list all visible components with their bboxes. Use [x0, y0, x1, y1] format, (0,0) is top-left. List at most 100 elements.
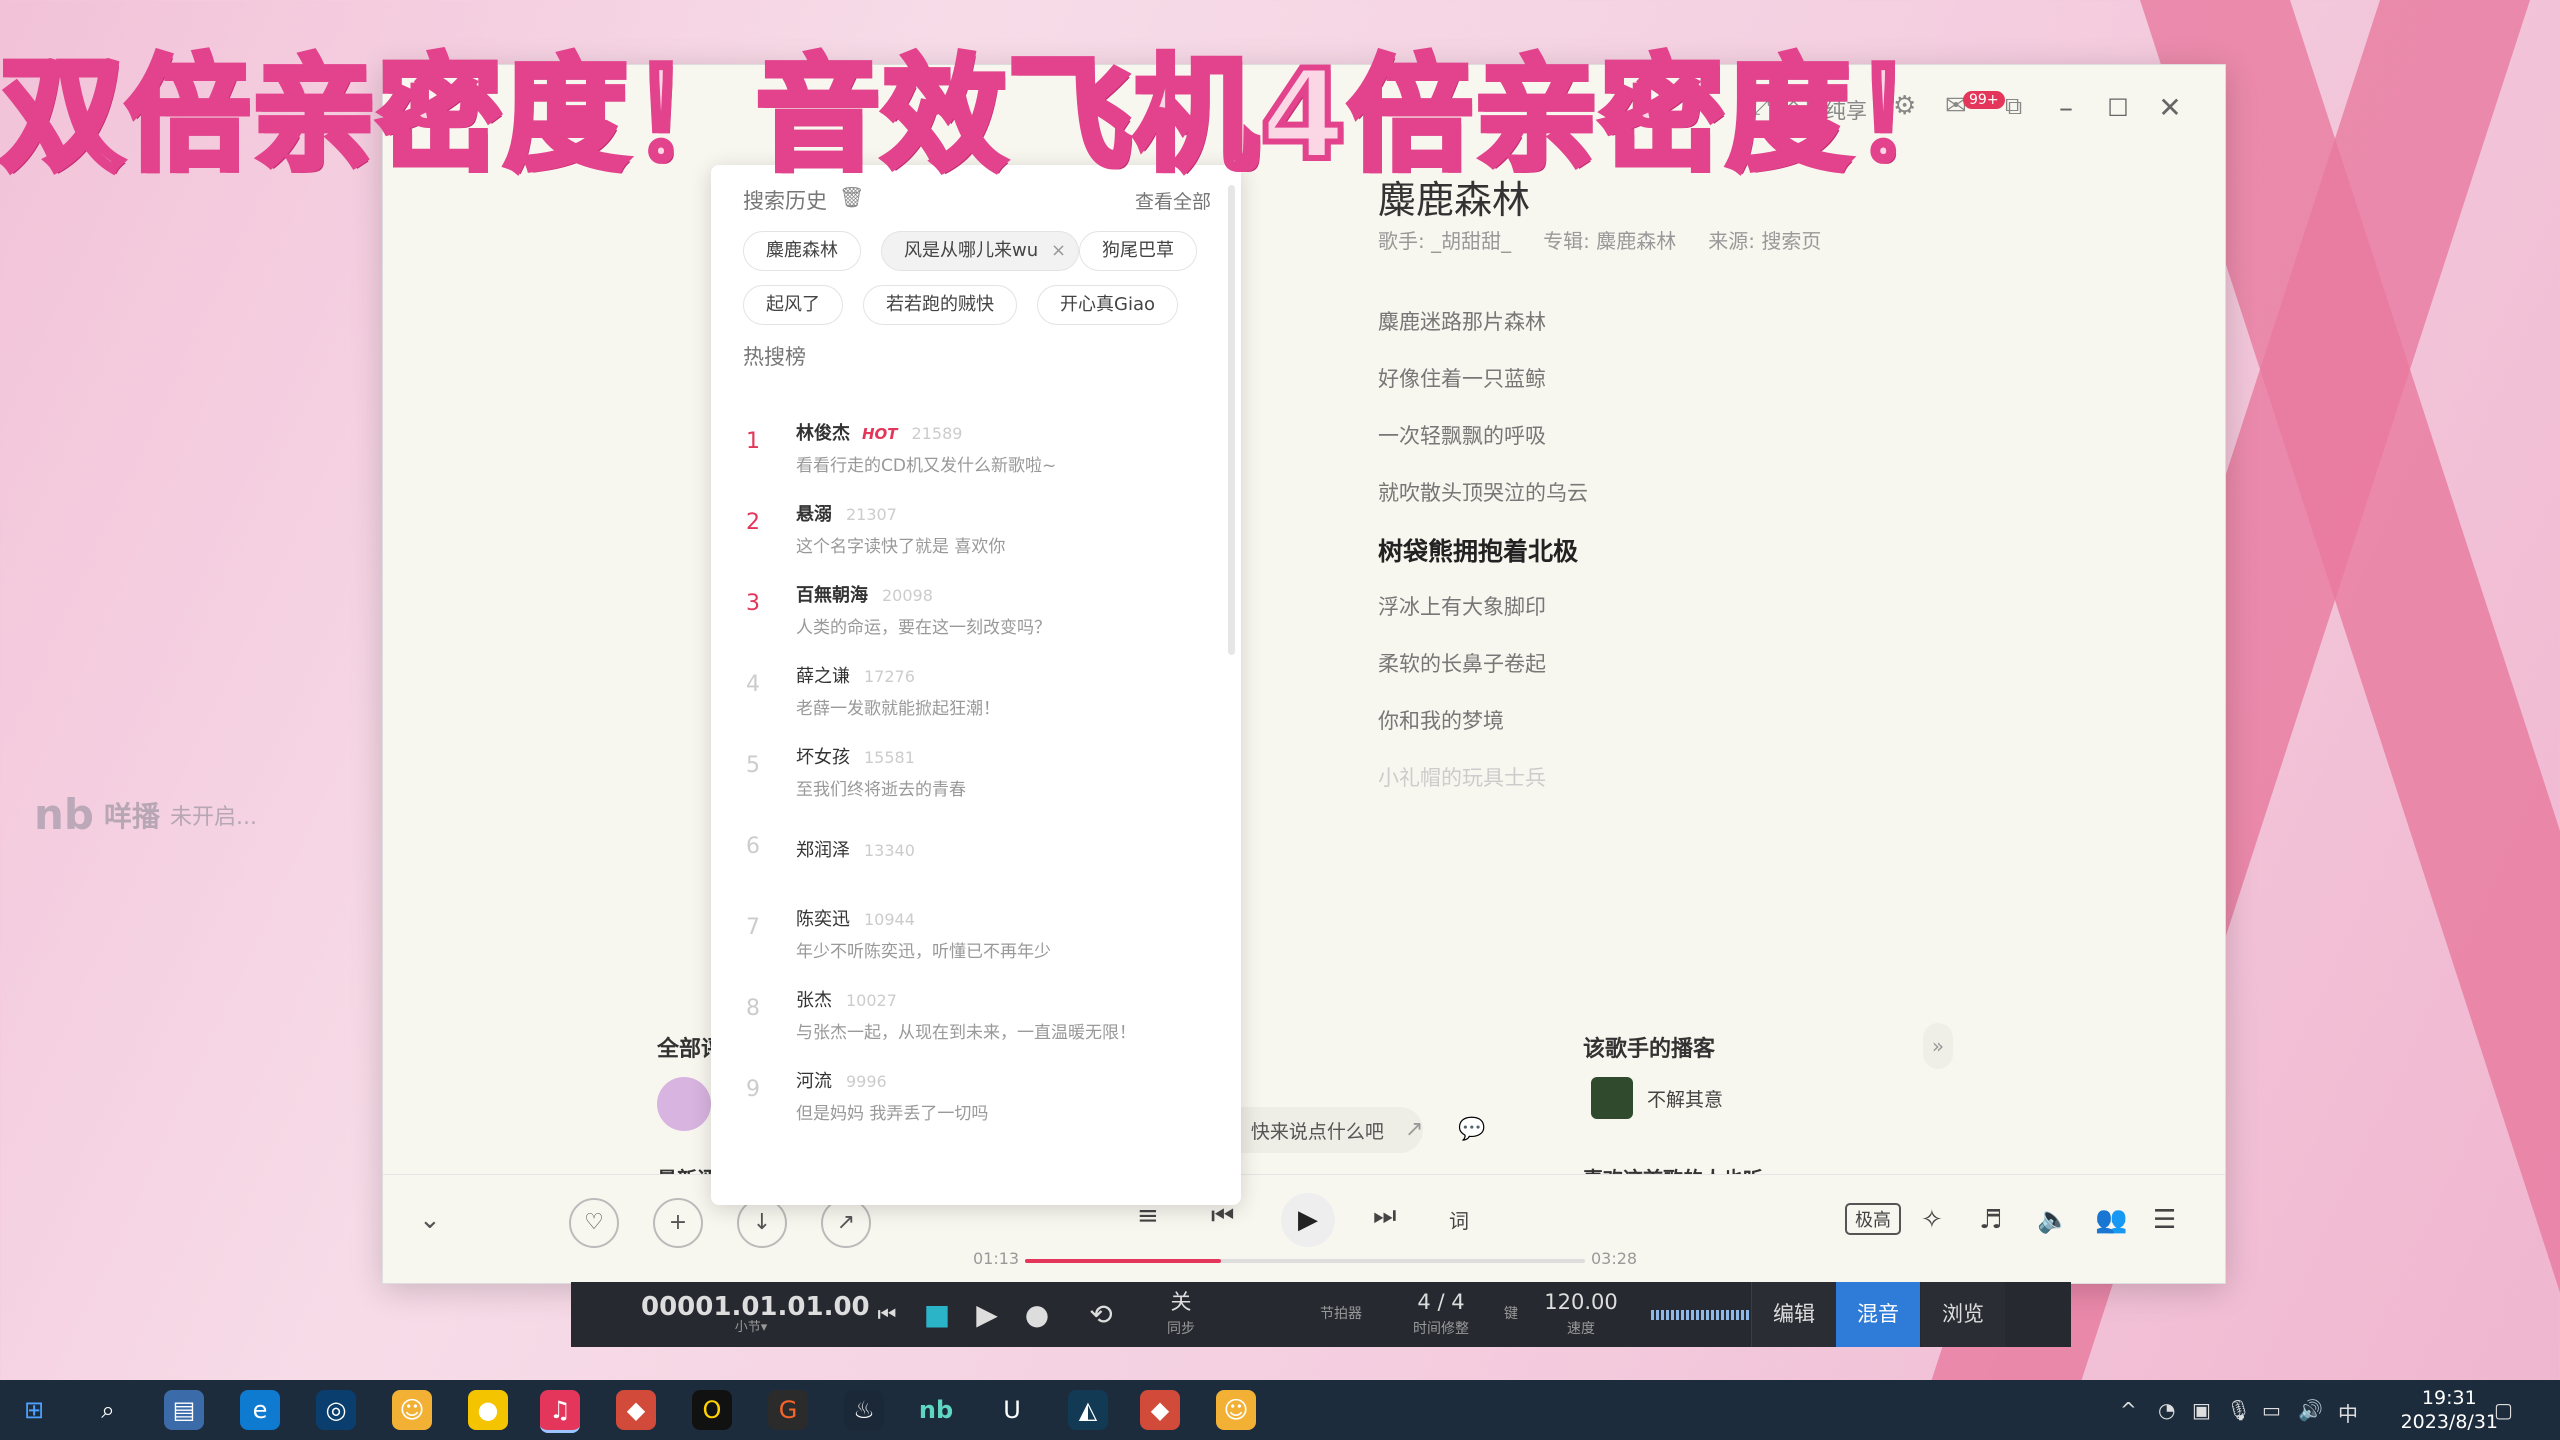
- key-label[interactable]: 键: [1491, 1282, 1531, 1367]
- sync-control[interactable]: 关同步: [1151, 1282, 1211, 1355]
- tab-mix[interactable]: 混音: [1836, 1282, 1920, 1347]
- user-avatar[interactable]: [657, 1077, 711, 1131]
- song-source[interactable]: 来源: 搜索页: [1708, 225, 1821, 254]
- friends-icon[interactable]: 👥: [2095, 1205, 2127, 1235]
- signature-value: 4 / 4: [1417, 1290, 1465, 1314]
- song-album[interactable]: 专辑: 麋鹿森林: [1543, 225, 1676, 254]
- volume-icon[interactable]: 🔈: [2037, 1205, 2069, 1235]
- notification-icon[interactable]: ▢: [2494, 1398, 2513, 1422]
- app-icon[interactable]: G: [768, 1390, 808, 1430]
- tab-browse[interactable]: 浏览: [1921, 1282, 2005, 1347]
- app-icon[interactable]: ●: [468, 1390, 508, 1430]
- windows-start-icon[interactable]: ⊞: [14, 1390, 54, 1430]
- like-icon[interactable]: ♡: [569, 1198, 619, 1248]
- expand-side-icon[interactable]: »: [1923, 1023, 1953, 1069]
- unreal-icon[interactable]: U: [992, 1390, 1032, 1430]
- ime-indicator[interactable]: 中: [2338, 1398, 2358, 1427]
- history-chip[interactable]: 起风了: [743, 285, 843, 325]
- sound-effect-icon[interactable]: ✧: [1921, 1205, 1943, 1235]
- meter-bars: [1651, 1310, 1751, 1320]
- minimize-button[interactable]: –: [2051, 93, 2081, 123]
- daw-play-icon[interactable]: ▶: [967, 1282, 1007, 1347]
- app-icon[interactable]: ☺: [1216, 1390, 1256, 1430]
- play-order-icon[interactable]: ≡: [1137, 1201, 1159, 1231]
- app-icon[interactable]: ☺: [392, 1390, 432, 1430]
- dropdown-scrollbar[interactable]: [1228, 185, 1235, 655]
- previous-icon[interactable]: ⏮: [1211, 1201, 1234, 1232]
- hot-search-item[interactable]: 6 郑润泽 13340: [711, 816, 1241, 896]
- hot-search-item[interactable]: 7 陈奕迅 10944 年少不听陈奕迅，听懂已不再年少: [711, 897, 1241, 977]
- hot-name-text: 百無朝海: [796, 585, 868, 606]
- tempo-value: 120.00: [1544, 1290, 1618, 1314]
- streaming-app-icon[interactable]: nb: [916, 1390, 956, 1430]
- play-button[interactable]: ▶: [1281, 1193, 1335, 1247]
- tray-app-icon[interactable]: ▣: [2192, 1398, 2211, 1422]
- tray-expand-icon[interactable]: ^: [2120, 1398, 2137, 1422]
- download-icon[interactable]: ↓: [737, 1198, 787, 1248]
- player-bar: ⌄ ♡ + ↓ ↗ ≡ ⏮ ▶ ⏭ 词 01:13 03:28 极高 ✧ ♬ 🔈…: [383, 1174, 2225, 1283]
- microphone-icon[interactable]: 🎙: [2226, 1398, 2251, 1422]
- hot-name: 坏女孩 15581: [796, 743, 915, 769]
- metronome-label[interactable]: 节拍器: [1301, 1282, 1381, 1367]
- hot-search-title: 热搜榜: [743, 345, 806, 369]
- podcast-item[interactable]: 不解其意: [1591, 1077, 1723, 1119]
- steam-icon[interactable]: ♨: [844, 1390, 884, 1430]
- history-chip[interactable]: 麋鹿森林: [743, 231, 861, 271]
- stop-icon[interactable]: ■: [917, 1282, 957, 1347]
- hot-search-item[interactable]: 2 悬溺 21307 这个名字读快了就是 喜欢你: [711, 492, 1241, 572]
- history-chip[interactable]: 若若跑的贼快: [863, 285, 1017, 325]
- hot-rank: 5: [746, 753, 760, 778]
- hot-desc: 老薛一发歌就能掀起狂潮！: [796, 699, 1000, 719]
- app-icon[interactable]: ◆: [1140, 1390, 1180, 1430]
- maximize-button[interactable]: ☐: [2103, 93, 2133, 123]
- hot-search-item[interactable]: 8 张杰 10027 与张杰一起，从现在到未来，一直温暖无限！: [711, 978, 1241, 1058]
- network-icon[interactable]: ▭: [2262, 1398, 2281, 1422]
- streamer-status: nb 咩播 未开启...: [34, 790, 257, 839]
- song-singer[interactable]: 歌手: _胡甜甜_: [1378, 225, 1511, 254]
- hot-search-item[interactable]: 5 坏女孩 15581 至我们终将逝去的青春: [711, 735, 1241, 815]
- app-icon[interactable]: ◆: [616, 1390, 656, 1430]
- volume-meter[interactable]: [1651, 1282, 1751, 1347]
- hot-search-item[interactable]: 4 薛之谦 17276 老薛一发歌就能掀起狂潮！: [711, 654, 1241, 734]
- close-button[interactable]: ✕: [2155, 93, 2185, 123]
- app-icon[interactable]: ◎: [316, 1390, 356, 1430]
- time-signature[interactable]: 4 / 4 时间修整: [1391, 1282, 1491, 1355]
- hot-search-item[interactable]: 9 河流 9996 但是妈妈 我弄丢了一切吗: [711, 1059, 1241, 1139]
- history-chip[interactable]: 风是从哪儿来wu ×: [881, 231, 1080, 271]
- daw-control-bar: 00001.01.01.00 小节▾ ⏮ ■ ▶ ● ⟲ 关同步 节拍器 4 /…: [571, 1282, 2071, 1347]
- daw-position-unit[interactable]: 小节▾: [711, 1318, 791, 1338]
- playlist-icon[interactable]: ☰: [2153, 1205, 2176, 1235]
- record-icon[interactable]: ●: [1017, 1282, 1057, 1347]
- tab-edit[interactable]: 编辑: [1751, 1282, 1836, 1347]
- loop-icon[interactable]: ⟲: [1071, 1282, 1131, 1347]
- hot-search-item[interactable]: 3 百無朝海 20098 人类的命运，要在这一刻改变吗？: [711, 573, 1241, 653]
- edge-icon[interactable]: e: [240, 1390, 280, 1430]
- clock[interactable]: 19:31 2023/8/31: [2401, 1386, 2498, 1434]
- netease-music-icon[interactable]: ♫: [540, 1390, 580, 1433]
- share-icon[interactable]: ↗: [1405, 1117, 1423, 1142]
- progress-bar[interactable]: [1025, 1259, 1585, 1263]
- add-to-playlist-icon[interactable]: +: [653, 1198, 703, 1248]
- close-icon[interactable]: ×: [1051, 232, 1066, 270]
- tray-app-icon[interactable]: ◔: [2158, 1398, 2175, 1422]
- comment-icon[interactable]: 💬: [1458, 1117, 1485, 1142]
- history-chip[interactable]: 狗尾巴草: [1079, 231, 1197, 271]
- speaker-icon[interactable]: 🔊: [2298, 1398, 2323, 1422]
- mini-mode-icon[interactable]: ⧉: [2005, 92, 2022, 120]
- hot-name-text: 悬溺: [796, 504, 832, 525]
- rewind-icon[interactable]: ⏮: [867, 1282, 907, 1347]
- app-icon[interactable]: ▤: [164, 1390, 204, 1430]
- collapse-icon[interactable]: ⌄: [419, 1205, 441, 1235]
- app-icon[interactable]: O: [692, 1390, 732, 1430]
- hot-search-item[interactable]: 1 林俊杰 HOT 21589 看看行走的CD机又发什么新歌啦~: [711, 411, 1241, 491]
- tempo-control[interactable]: 120.00 速度: [1531, 1282, 1631, 1355]
- quality-button[interactable]: 极高: [1845, 1203, 1901, 1235]
- hot-desc: 但是妈妈 我弄丢了一切吗: [796, 1104, 989, 1124]
- share-icon[interactable]: ↗: [821, 1198, 871, 1248]
- next-icon[interactable]: ⏭: [1373, 1201, 1396, 1232]
- search-icon[interactable]: ⌕: [88, 1390, 128, 1430]
- lyrics-button[interactable]: 词: [1449, 1205, 1469, 1234]
- history-chip[interactable]: 开心真Giao: [1037, 285, 1178, 325]
- app-icon[interactable]: ◭: [1068, 1390, 1108, 1430]
- listen-together-icon[interactable]: ♬: [1979, 1205, 2002, 1235]
